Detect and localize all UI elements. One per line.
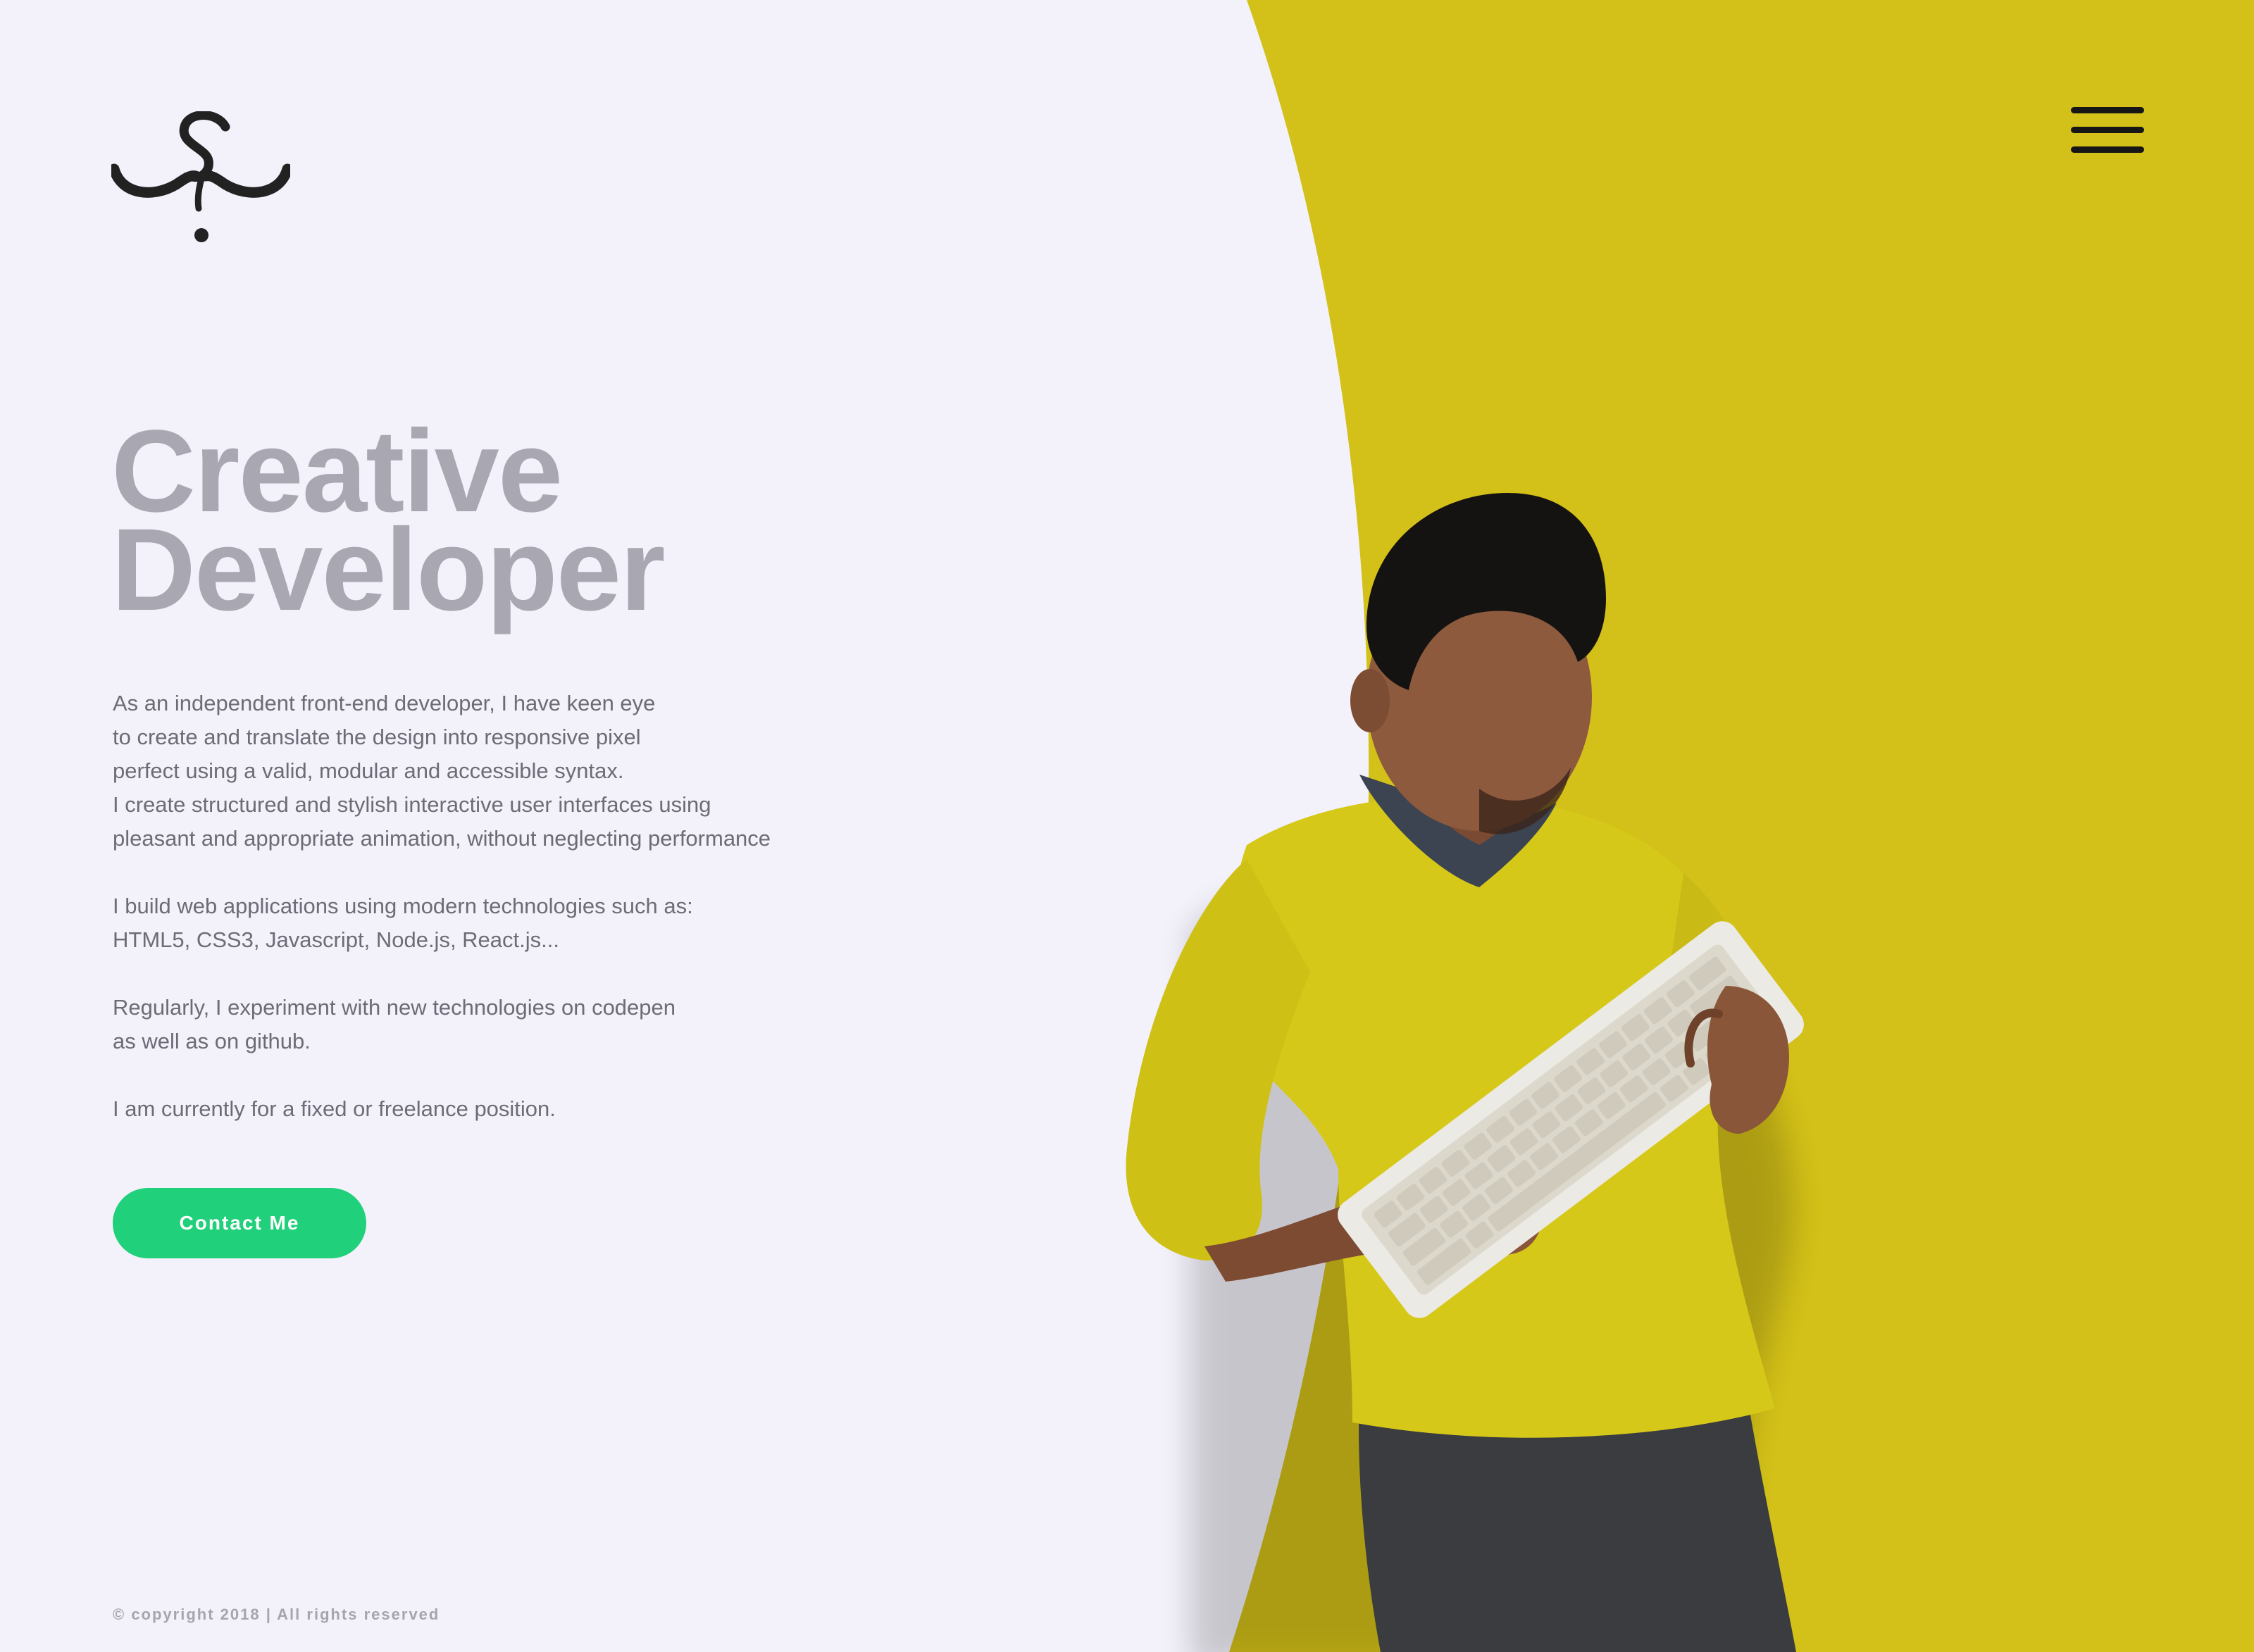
text-line: I create structured and stylish interact… <box>113 792 711 817</box>
developer-portrait-image <box>1126 493 1804 1652</box>
text-line: as well as on github. <box>113 1029 311 1053</box>
intro-paragraph: As an independent front-end developer, I… <box>113 687 916 856</box>
availability-paragraph: I am currently for a fixed or freelance … <box>113 1092 916 1126</box>
title-line-2: Developer <box>111 505 666 635</box>
text-line: Regularly, I experiment with new technol… <box>113 995 676 1020</box>
signature-logo-icon[interactable] <box>111 111 290 245</box>
menu-bar-bottom <box>2071 146 2144 153</box>
text-line: HTML5, CSS3, Javascript, Node.js, React.… <box>113 927 559 952</box>
text-line: pleasant and appropriate animation, with… <box>113 826 771 851</box>
hamburger-menu-icon[interactable] <box>2071 107 2144 154</box>
intro-text: As an independent front-end developer, I… <box>113 687 916 1126</box>
page-title: Creative Developer <box>111 413 666 635</box>
text-line: I build web applications using modern te… <box>113 894 693 918</box>
experiments-paragraph: Regularly, I experiment with new technol… <box>113 991 916 1058</box>
text-line: perfect using a valid, modular and acces… <box>113 758 624 783</box>
text-line: to create and translate the design into … <box>113 725 641 749</box>
technologies-paragraph: I build web applications using modern te… <box>113 889 916 957</box>
text-line: I am currently for a fixed or freelance … <box>113 1096 556 1121</box>
text-line: As an independent front-end developer, I… <box>113 691 656 715</box>
menu-bar-top <box>2071 107 2144 113</box>
contact-me-button[interactable]: Contact Me <box>113 1188 366 1258</box>
menu-bar-middle <box>2071 127 2144 133</box>
copyright-footer: © copyright 2018 | All rights reserved <box>113 1606 440 1623</box>
